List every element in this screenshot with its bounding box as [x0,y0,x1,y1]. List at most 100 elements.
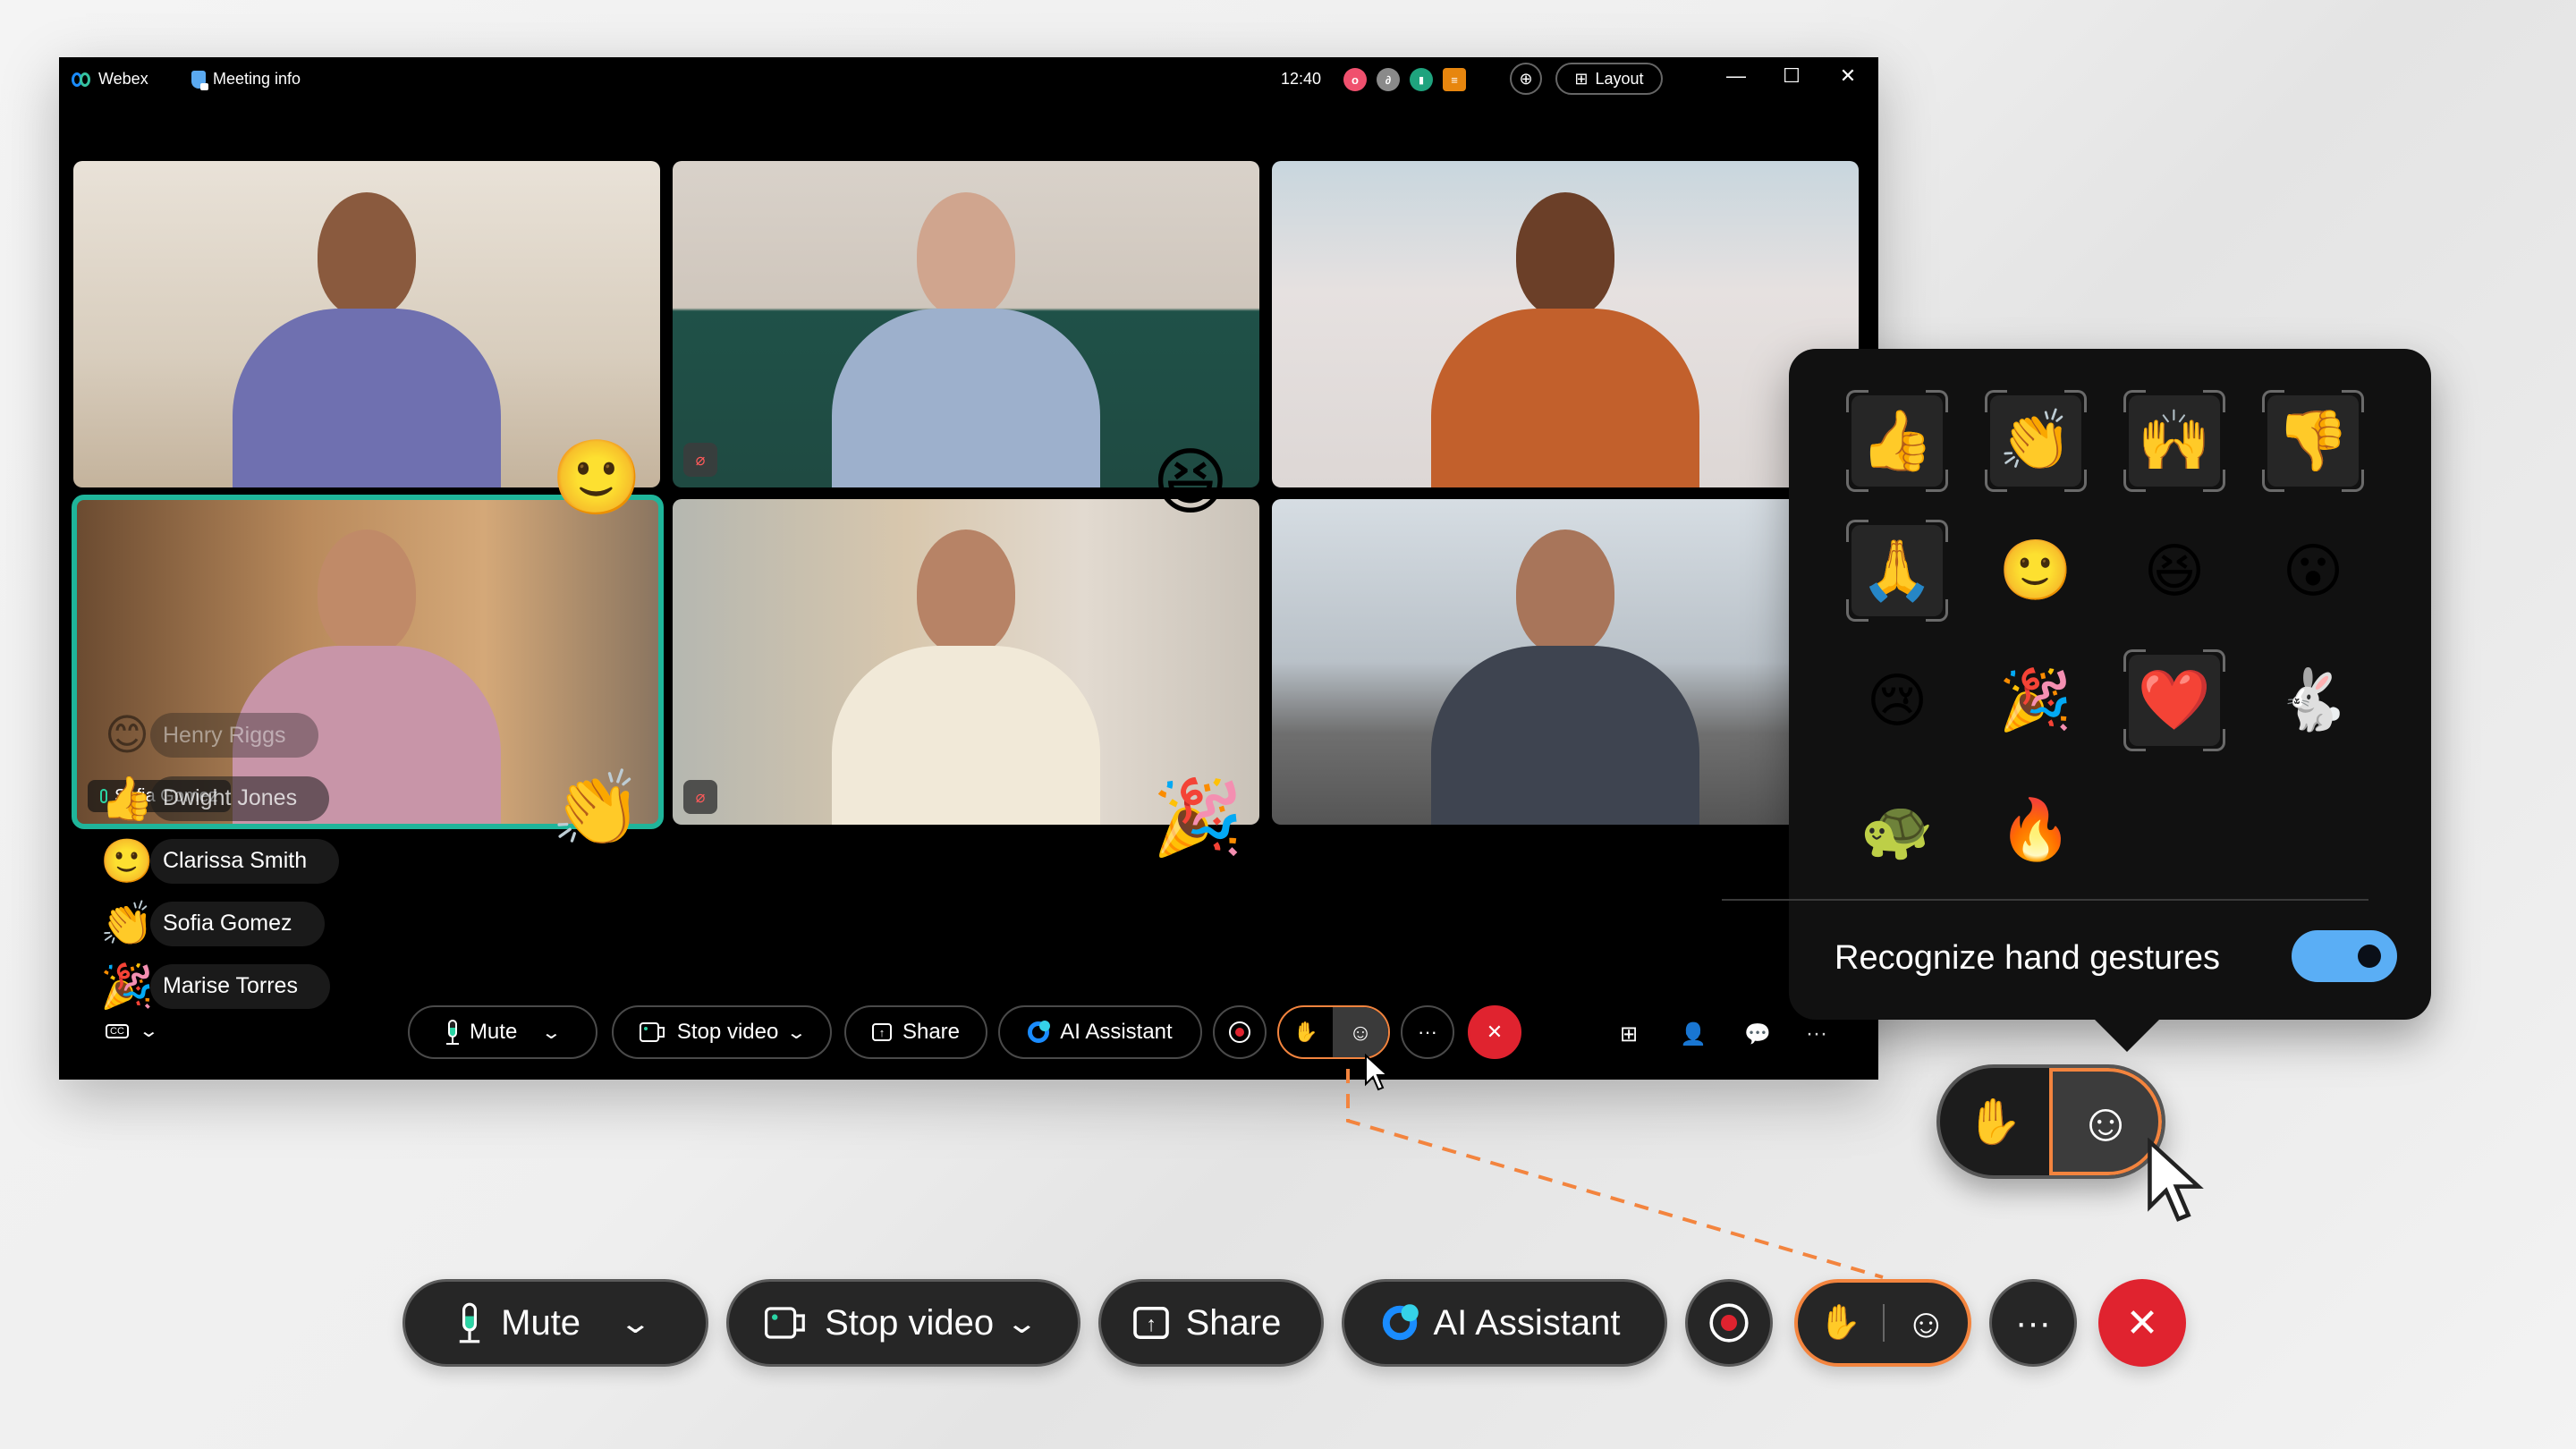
microphone-icon [459,1302,480,1343]
apps-icon[interactable]: ⊞ [1615,1021,1642,1047]
stop-video-button-large[interactable]: Stop video ⌄ [726,1279,1080,1367]
reactions-grid: 👍 👏 🙌 👎 🙏 🙂 😆 😮 😢 🎉 ❤️ 🐇 🐢 🔥 [1846,390,2364,876]
end-call-button[interactable]: ✕ [1468,1005,1521,1059]
stop-video-label: Stop video [676,1020,779,1044]
stop-video-button[interactable]: Stop video ⌄ [612,1005,832,1059]
mute-label: Mute [469,1020,518,1044]
video-tile-5[interactable]: ⌀ [673,499,1259,825]
camera-icon [765,1307,808,1339]
layout-label: Layout [1595,69,1644,88]
reactions-button[interactable]: ☺ [1333,1007,1388,1057]
ai-assistant-label: AI Assistant [1060,1020,1173,1044]
raise-hand-button[interactable]: ✋ [1798,1283,1883,1363]
grid-icon: ⊞ [1574,69,1589,88]
reaction-emoji-icon: 🎉 [100,963,154,1011]
mute-label: Mute [501,1302,581,1343]
reactions-button[interactable]: ☺ [1885,1283,1968,1363]
chat-icon[interactable]: 💬 [1744,1021,1771,1047]
muted-mic-icon: ⌀ [683,780,717,814]
reaction-option-celebrate[interactable]: 🙌 [2123,390,2225,492]
share-label: Share [902,1020,961,1044]
record-button[interactable] [1213,1005,1267,1059]
chevron-down-icon[interactable]: ⌄ [541,1021,562,1044]
shield-lock-icon [191,70,208,90]
chevron-down-icon[interactable]: ⌄ [786,1021,807,1044]
add-reaction-icon: ☺ [1905,1300,1947,1346]
more-button[interactable]: ··· [1401,1005,1454,1059]
reaction-option-thumbs-down[interactable]: 👎 [2262,390,2364,492]
reaction-option-sad[interactable]: 😢 [1852,655,1943,746]
reaction-emoji-icon: 😮 [2282,537,2344,604]
reaction-emoji-icon: 🎉 [1998,666,2073,733]
raise-hand-button[interactable]: ✋ [1940,1068,2049,1175]
video-tile-3[interactable] [1272,161,1859,487]
reaction-option-wow[interactable]: 😮 [2267,525,2359,616]
ai-assistant-button-large[interactable]: AI Assistant [1342,1279,1667,1367]
chevron-down-icon[interactable]: ⌄ [1005,1306,1039,1340]
end-call-button-large[interactable]: ✕ [2098,1279,2186,1367]
reaction-option-love[interactable]: ❤️ [2123,649,2225,751]
reaction-option-slow-down[interactable]: 🐢 [1852,784,1943,876]
reaction-name: Marise Torres [150,963,330,1009]
share-button[interactable]: ↑ Share [844,1005,987,1059]
chevron-down-icon: ⌄ [138,1021,160,1041]
minimize-button[interactable]: — [1723,64,1750,88]
reaction-option-smile[interactable]: 🙂 [1990,525,2081,616]
raise-hand-button[interactable]: ✋ [1279,1007,1333,1057]
ai-assistant-icon [1382,1304,1419,1341]
share-button-large[interactable]: ↑ Share [1098,1279,1324,1367]
layout-button[interactable]: ⊞ Layout [1555,63,1663,95]
record-button-large[interactable] [1685,1279,1773,1367]
divider [1722,899,2368,901]
ai-assistant-icon [1028,1021,1051,1043]
reaction-emoji-icon: 👍 [100,775,154,823]
reactions-toggle-large[interactable]: ✋ ☺ [1794,1279,1971,1367]
maximize-button[interactable]: ☐ [1778,64,1805,88]
reaction-option-clap[interactable]: 👏 [1985,390,2087,492]
reaction-option-haha[interactable]: 😆 [2129,525,2220,616]
reaction-emoji-icon: 😊 [104,712,150,759]
reaction-name: Clarissa Smith [150,838,340,884]
app-brand: Webex [72,70,148,89]
mouse-cursor-icon [2148,1138,2204,1222]
share-icon: ↑ [871,1023,892,1041]
mute-button[interactable]: Mute ⌄ [408,1005,597,1059]
reaction-option-speed-up[interactable]: 🐇 [2267,655,2359,746]
app-name: Webex [98,70,148,88]
video-tile-2[interactable]: ⌀ [673,161,1259,487]
participant-video [832,192,1100,487]
mouse-cursor-icon [1365,1054,1390,1091]
reactions-toggle[interactable]: ✋ ☺ [1277,1005,1390,1059]
recognize-gestures-toggle[interactable] [2292,930,2397,982]
reaction-option-thumbs-up[interactable]: 👍 [1846,390,1948,492]
more-options-icon[interactable]: ··· [1803,1021,1830,1046]
captions-button[interactable]: CC ⌄ [106,1020,160,1042]
reaction-option-party[interactable]: 🎉 [1990,655,2081,746]
reaction-emoji-icon: 👎 [2275,407,2351,473]
video-tile-6[interactable] [1272,499,1859,825]
ai-assistant-button[interactable]: AI Assistant [998,1005,1202,1059]
captions-indicator-icon[interactable]: ≡ [1443,68,1466,91]
reaction-option-thank-you[interactable]: 🙏 [1846,520,1948,622]
network-stats-icon[interactable]: ▮ [1410,68,1433,91]
chevron-down-icon[interactable]: ⌄ [619,1306,653,1340]
reaction-option-fire[interactable]: 🔥 [1990,784,2081,876]
tile-reaction-haha-icon: 😆 [1152,442,1229,523]
microphone-icon [445,1020,459,1045]
reaction-emoji-icon: 🙂 [100,838,154,886]
connection-indicator-icon[interactable]: ∂ [1377,68,1400,91]
reaction-emoji-icon: 🔥 [1998,796,2073,862]
reactions-toggle-magnified[interactable]: ✋ ☺ [1936,1064,2165,1179]
zoom-in-button[interactable]: ⊕ [1510,63,1542,95]
participants-icon[interactable]: 👤 [1680,1021,1707,1047]
recording-indicator-icon[interactable]: o [1343,68,1367,91]
mute-button-large[interactable]: Mute ⌄ [402,1279,708,1367]
participant-video [233,192,501,487]
more-button-large[interactable]: ··· [1989,1279,2077,1367]
muted-mic-icon: ⌀ [683,443,717,477]
camera-icon [639,1022,666,1042]
reaction-emoji-icon: 🙏 [1860,537,1935,603]
meeting-info-button[interactable]: Meeting info [191,70,301,90]
reaction-feed-item: 👍 Dwight Jones [100,773,330,824]
close-window-button[interactable]: ✕ [1835,64,1861,88]
